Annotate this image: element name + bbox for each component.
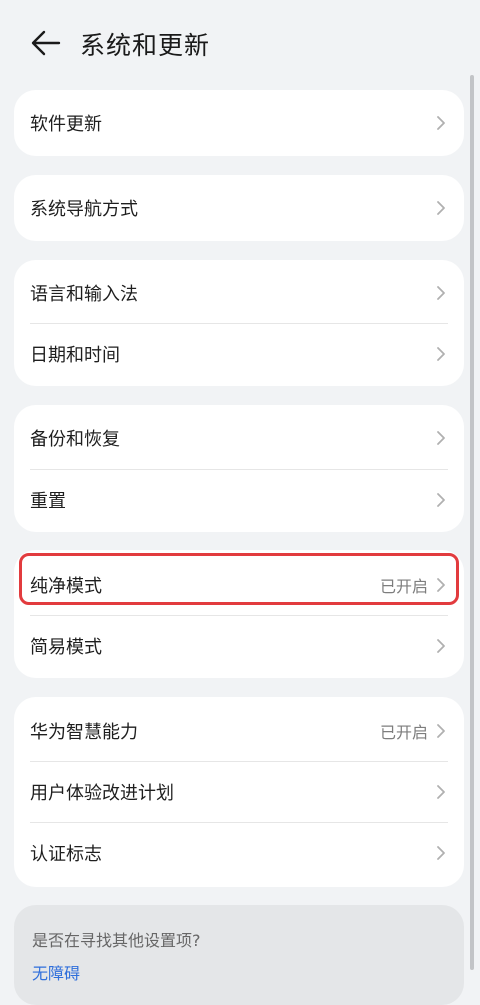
list-item-label: 重置: [30, 491, 66, 512]
list-item-reset[interactable]: 重置: [14, 470, 464, 530]
back-button[interactable]: [28, 27, 64, 59]
settings-group-language-time: 语言和输入法 日期和时间: [14, 260, 464, 386]
list-item-user-experience[interactable]: 用户体验改进计划: [14, 762, 464, 822]
page-title: 系统和更新: [80, 31, 211, 60]
list-item-label: 用户体验改进计划: [30, 783, 174, 804]
list-item-label: 备份和恢复: [30, 429, 120, 450]
chevron-right-icon: [437, 493, 445, 507]
list-item-system-navigation[interactable]: 系统导航方式: [14, 178, 464, 238]
chevron-right-icon: [437, 431, 445, 445]
settings-group-modes: 纯净模式 已开启 简易模式: [14, 550, 464, 678]
chevron-right-icon: [437, 578, 445, 592]
list-item-label: 纯净模式: [30, 576, 102, 597]
list-item-label: 语言和输入法: [30, 284, 138, 305]
list-item-certification[interactable]: 认证标志: [14, 823, 464, 883]
accessibility-link[interactable]: 无障碍: [32, 960, 80, 984]
chevron-right-icon: [437, 785, 445, 799]
list-item-label: 简易模式: [30, 637, 102, 658]
search-suggestion-card: 是否在寻找其他设置项? 无障碍: [14, 905, 464, 1005]
suggestion-question: 是否在寻找其他设置项?: [32, 931, 201, 950]
scrollbar[interactable]: [470, 75, 474, 970]
chevron-right-icon: [437, 201, 445, 215]
list-item-date-time[interactable]: 日期和时间: [14, 324, 464, 384]
status-value: 已开启: [379, 577, 428, 596]
list-item-language-input[interactable]: 语言和输入法: [14, 263, 464, 323]
list-item-label: 日期和时间: [30, 345, 120, 366]
chevron-right-icon: [437, 639, 445, 653]
chevron-right-icon: [437, 286, 445, 300]
list-item-simple-mode[interactable]: 简易模式: [14, 616, 464, 676]
list-item-label: 华为智慧能力: [30, 722, 138, 743]
chevron-right-icon: [437, 347, 445, 361]
settings-group-smart: 华为智慧能力 已开启 用户体验改进计划 认证标志: [14, 697, 464, 887]
list-item-label: 软件更新: [30, 114, 102, 135]
chevron-right-icon: [437, 724, 445, 738]
list-item-software-update[interactable]: 软件更新: [14, 93, 464, 153]
list-item-pure-mode[interactable]: 纯净模式 已开启: [14, 555, 464, 615]
list-item-label: 认证标志: [30, 844, 102, 865]
list-item-backup-restore[interactable]: 备份和恢复: [14, 408, 464, 468]
arrow-left-icon: [31, 30, 61, 56]
list-item-huawei-smart[interactable]: 华为智慧能力 已开启: [14, 701, 464, 761]
chevron-right-icon: [437, 846, 445, 860]
settings-group-update: 软件更新: [14, 90, 464, 156]
status-value: 已开启: [379, 723, 428, 742]
settings-group-navigation: 系统导航方式: [14, 175, 464, 241]
settings-group-backup-reset: 备份和恢复 重置: [14, 405, 464, 532]
chevron-right-icon: [437, 116, 445, 130]
header-bar: 系统和更新: [0, 0, 480, 84]
list-item-label: 系统导航方式: [30, 199, 138, 220]
